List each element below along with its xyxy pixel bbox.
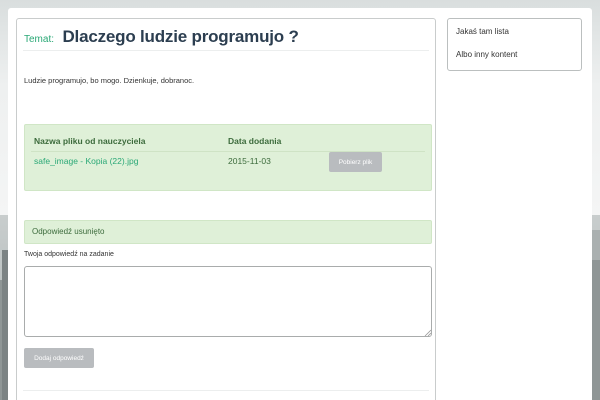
- answer-deleted-alert: Odpowiedź usunięto: [24, 220, 432, 244]
- topic-label: Temat:: [24, 34, 55, 45]
- resize-grip-icon[interactable]: [424, 329, 431, 336]
- download-file-button[interactable]: Pobierz plik: [329, 152, 382, 172]
- sidebar-item-list[interactable]: Jakaś tam lista: [456, 27, 573, 37]
- page-title: Temat: Dlaczego ludzie programujo ?: [24, 27, 299, 47]
- column-header-date-added: Data dodania: [228, 136, 282, 146]
- task-panel: Temat: Dlaczego ludzie programujo ? Ludz…: [16, 18, 436, 400]
- column-header-file-name: Nazwa pliku od nauczyciela: [34, 136, 146, 146]
- topic-title: Dlaczego ludzie programujo ?: [62, 27, 299, 46]
- sidebar: Jakaś tam lista Albo inny kontent: [447, 18, 582, 71]
- answer-textarea[interactable]: [24, 266, 432, 337]
- sidebar-item-other-content[interactable]: Albo inny kontent: [456, 50, 573, 60]
- bottom-divider: [23, 390, 429, 391]
- title-divider: [23, 50, 429, 51]
- teacher-files-table: Nazwa pliku od nauczyciela Data dodania …: [24, 124, 432, 191]
- alert-text: Odpowiedź usunięto: [32, 227, 105, 236]
- file-date: 2015-11-03: [228, 156, 271, 166]
- add-answer-button[interactable]: Dodaj odpowiedź: [24, 348, 94, 368]
- page-container: Temat: Dlaczego ludzie programujo ? Ludz…: [8, 8, 592, 400]
- file-link[interactable]: safe_image - Kopia (22).jpg: [34, 156, 138, 166]
- task-description: Ludzie programujo, bo mogo. Dzienkuje, d…: [24, 76, 195, 85]
- answer-field-label: Twoja odpowiedź na zadanie: [24, 251, 114, 258]
